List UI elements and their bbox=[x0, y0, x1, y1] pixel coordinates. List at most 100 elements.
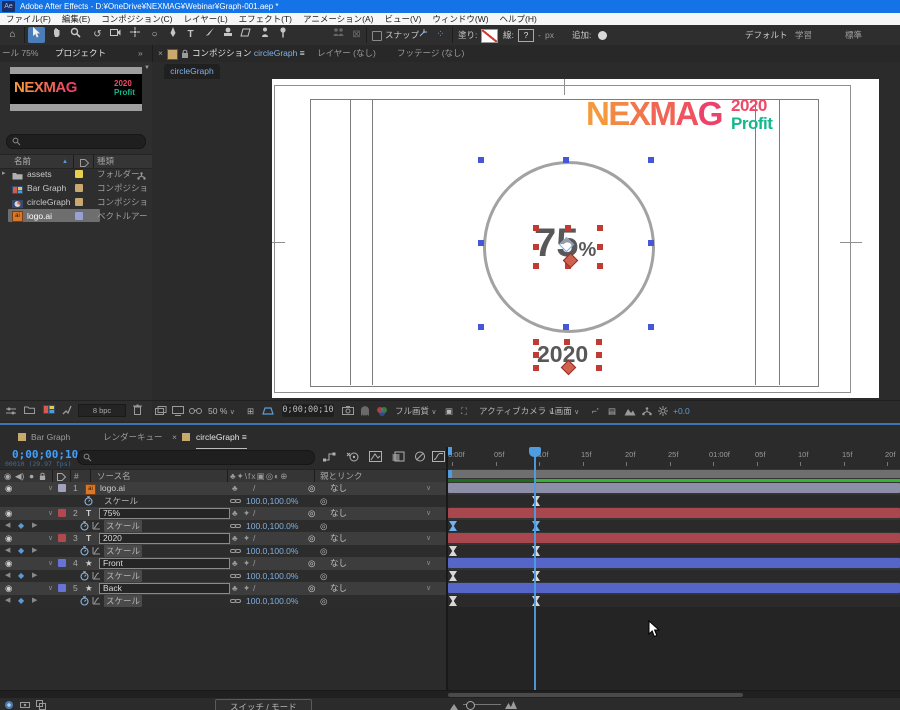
mini-flowchart-icon[interactable] bbox=[323, 451, 336, 464]
flowchart-icon[interactable] bbox=[642, 401, 652, 423]
keyframe-toggle-icon[interactable]: ◆ bbox=[18, 520, 24, 532]
composition-canvas[interactable]: NEXMAG 2020 Profit 75% 2020 bbox=[272, 79, 879, 398]
parent-value[interactable]: なし bbox=[330, 507, 347, 520]
menu-layer[interactable]: レイヤー(L) bbox=[184, 14, 228, 24]
text-handle[interactable] bbox=[596, 352, 602, 358]
snap-grid-icon[interactable]: ⁘ bbox=[432, 27, 449, 43]
layer-name[interactable]: Front bbox=[99, 558, 230, 569]
text-handle[interactable] bbox=[597, 244, 603, 250]
parent-dropdown-icon[interactable]: ∨ bbox=[426, 507, 431, 520]
selection-handle[interactable] bbox=[648, 240, 654, 246]
layer-duration-bar-2020[interactable] bbox=[448, 533, 900, 543]
keyframe-toggle-icon[interactable]: ◆ bbox=[18, 570, 24, 582]
label-swatch[interactable] bbox=[75, 212, 83, 220]
scale-property-label[interactable]: スケール bbox=[104, 570, 143, 582]
viewer-tab-close-icon[interactable]: × bbox=[158, 45, 163, 62]
brainstorm-icon[interactable] bbox=[414, 451, 426, 464]
clone-stamp-icon[interactable] bbox=[219, 27, 236, 43]
layer-row-2020[interactable]: ◉ ∨ 3 T 2020 ♣ ✦ / ◎ なし ∨ bbox=[0, 532, 446, 546]
brush-tool-icon[interactable] bbox=[201, 27, 218, 43]
parent-value[interactable]: なし bbox=[330, 557, 347, 570]
layer-name[interactable]: 2020 bbox=[99, 533, 230, 544]
tab-bar-graph[interactable]: Bar Graph bbox=[31, 427, 70, 447]
text-handle[interactable] bbox=[596, 365, 602, 371]
scale-value[interactable]: 100.0,100.0% bbox=[246, 545, 298, 557]
next-keyframe-icon[interactable]: ▶ bbox=[32, 520, 37, 532]
glasses-icon[interactable] bbox=[189, 401, 202, 422]
frame-blend-icon[interactable] bbox=[369, 451, 382, 464]
keyframe-easy-ease-selected-icon[interactable] bbox=[449, 521, 457, 531]
panel-overflow-chevrons[interactable]: » bbox=[138, 45, 143, 62]
menu-view[interactable]: ビュー(V) bbox=[385, 14, 422, 24]
scale-value[interactable]: 100.0,100.0% bbox=[246, 495, 298, 507]
tab-circlegraph[interactable]: circleGraph ≡ bbox=[196, 427, 247, 449]
pen-tool-icon[interactable] bbox=[164, 27, 181, 43]
twirl-down-icon[interactable]: ∨ bbox=[48, 557, 53, 570]
text-handle[interactable] bbox=[533, 352, 539, 358]
selection-handle[interactable] bbox=[478, 157, 484, 163]
text-handle[interactable] bbox=[533, 365, 539, 371]
hscroll-thumb[interactable] bbox=[448, 693, 743, 697]
graph-editor-icon[interactable] bbox=[432, 451, 445, 464]
tab-render-queue[interactable]: レンダーキュー bbox=[103, 427, 163, 447]
text-handle[interactable] bbox=[533, 225, 539, 231]
playhead-line[interactable] bbox=[534, 447, 536, 697]
project-item-circlegraph[interactable]: circleGraph コンポジショ bbox=[0, 195, 152, 209]
add-button-icon[interactable] bbox=[598, 31, 607, 40]
quality-slash-icon[interactable]: / bbox=[253, 532, 255, 545]
effects-switch-icon[interactable]: ✦ bbox=[243, 507, 250, 520]
selection-handle[interactable] bbox=[563, 324, 569, 330]
text-handle[interactable] bbox=[533, 244, 539, 250]
expand-in-out-icon[interactable] bbox=[4, 700, 14, 710]
parent-value[interactable]: なし bbox=[330, 532, 347, 545]
keyframe-easy-ease-icon[interactable] bbox=[449, 596, 457, 606]
eraser-tool-icon[interactable] bbox=[237, 27, 254, 43]
menu-animation[interactable]: アニメーション(A) bbox=[303, 14, 374, 24]
fast-previews-icon[interactable] bbox=[624, 401, 636, 423]
playhead-handle[interactable] bbox=[529, 447, 541, 457]
prev-keyframe-icon[interactable]: ◀ bbox=[5, 570, 10, 582]
shape-tool-icon[interactable]: ○ bbox=[146, 27, 163, 43]
layer-name[interactable]: logo.ai bbox=[100, 482, 125, 495]
label-swatch[interactable] bbox=[75, 170, 83, 178]
pickwhip-icon[interactable]: ◎ bbox=[308, 482, 315, 495]
snap-options-icon[interactable] bbox=[415, 27, 432, 43]
expression-pickwhip-icon[interactable]: ◎ bbox=[320, 570, 327, 582]
parent-dropdown-icon[interactable]: ∨ bbox=[426, 582, 431, 595]
shy-layers-icon[interactable] bbox=[346, 451, 359, 464]
tab-layer[interactable]: レイヤー (なし) bbox=[317, 45, 376, 62]
eye-icon[interactable]: ◉ bbox=[5, 582, 12, 595]
camera-view-dropdown[interactable]: アクティブカメラ ∨ bbox=[479, 401, 554, 423]
comp-breadcrumb-tab[interactable]: circleGraph bbox=[164, 64, 220, 79]
prev-keyframe-icon[interactable]: ◀ bbox=[5, 595, 10, 607]
selection-handle[interactable] bbox=[563, 157, 569, 163]
twirl-down-icon[interactable]: ∨ bbox=[48, 532, 53, 545]
eye-icon[interactable]: ◉ bbox=[5, 507, 12, 520]
next-keyframe-icon[interactable]: ▶ bbox=[32, 545, 37, 557]
timeline-tab-close-icon[interactable]: × bbox=[172, 427, 177, 447]
quality-slash-icon[interactable]: / bbox=[253, 507, 255, 520]
render-icon[interactable] bbox=[62, 405, 72, 417]
pickwhip-icon[interactable]: ◎ bbox=[308, 582, 315, 595]
project-search-input[interactable] bbox=[6, 134, 146, 149]
fill-label[interactable]: 塗り: bbox=[458, 25, 477, 45]
prev-keyframe-icon[interactable]: ◀ bbox=[5, 545, 10, 557]
effects-switch-icon[interactable]: ✦ bbox=[243, 532, 250, 545]
home-icon[interactable]: ⌂ bbox=[4, 27, 21, 43]
workspace-learn[interactable]: 学習 bbox=[795, 25, 812, 45]
resolution-dropdown[interactable]: フル画質 ∨ bbox=[395, 401, 437, 423]
monitor-icon[interactable] bbox=[172, 401, 184, 423]
layer-name[interactable]: 75% bbox=[99, 508, 230, 519]
expression-pickwhip-icon[interactable]: ◎ bbox=[320, 520, 327, 532]
stroke-swatch[interactable]: ? bbox=[518, 29, 534, 42]
viewer-zoom-dropdown[interactable]: 50 % ∨ bbox=[208, 401, 235, 423]
snapshot-camera-icon[interactable] bbox=[342, 401, 354, 422]
workspace-default[interactable]: デフォルト bbox=[745, 25, 788, 45]
always-preview-icon[interactable] bbox=[155, 401, 167, 423]
keyframe-easy-ease-icon[interactable] bbox=[449, 546, 457, 556]
menu-edit[interactable]: 編集(E) bbox=[62, 14, 90, 24]
quality-slash-icon[interactable]: / bbox=[253, 582, 255, 595]
selection-handle[interactable] bbox=[478, 240, 484, 246]
layer-label-swatch[interactable] bbox=[58, 484, 66, 492]
selection-handle[interactable] bbox=[648, 324, 654, 330]
